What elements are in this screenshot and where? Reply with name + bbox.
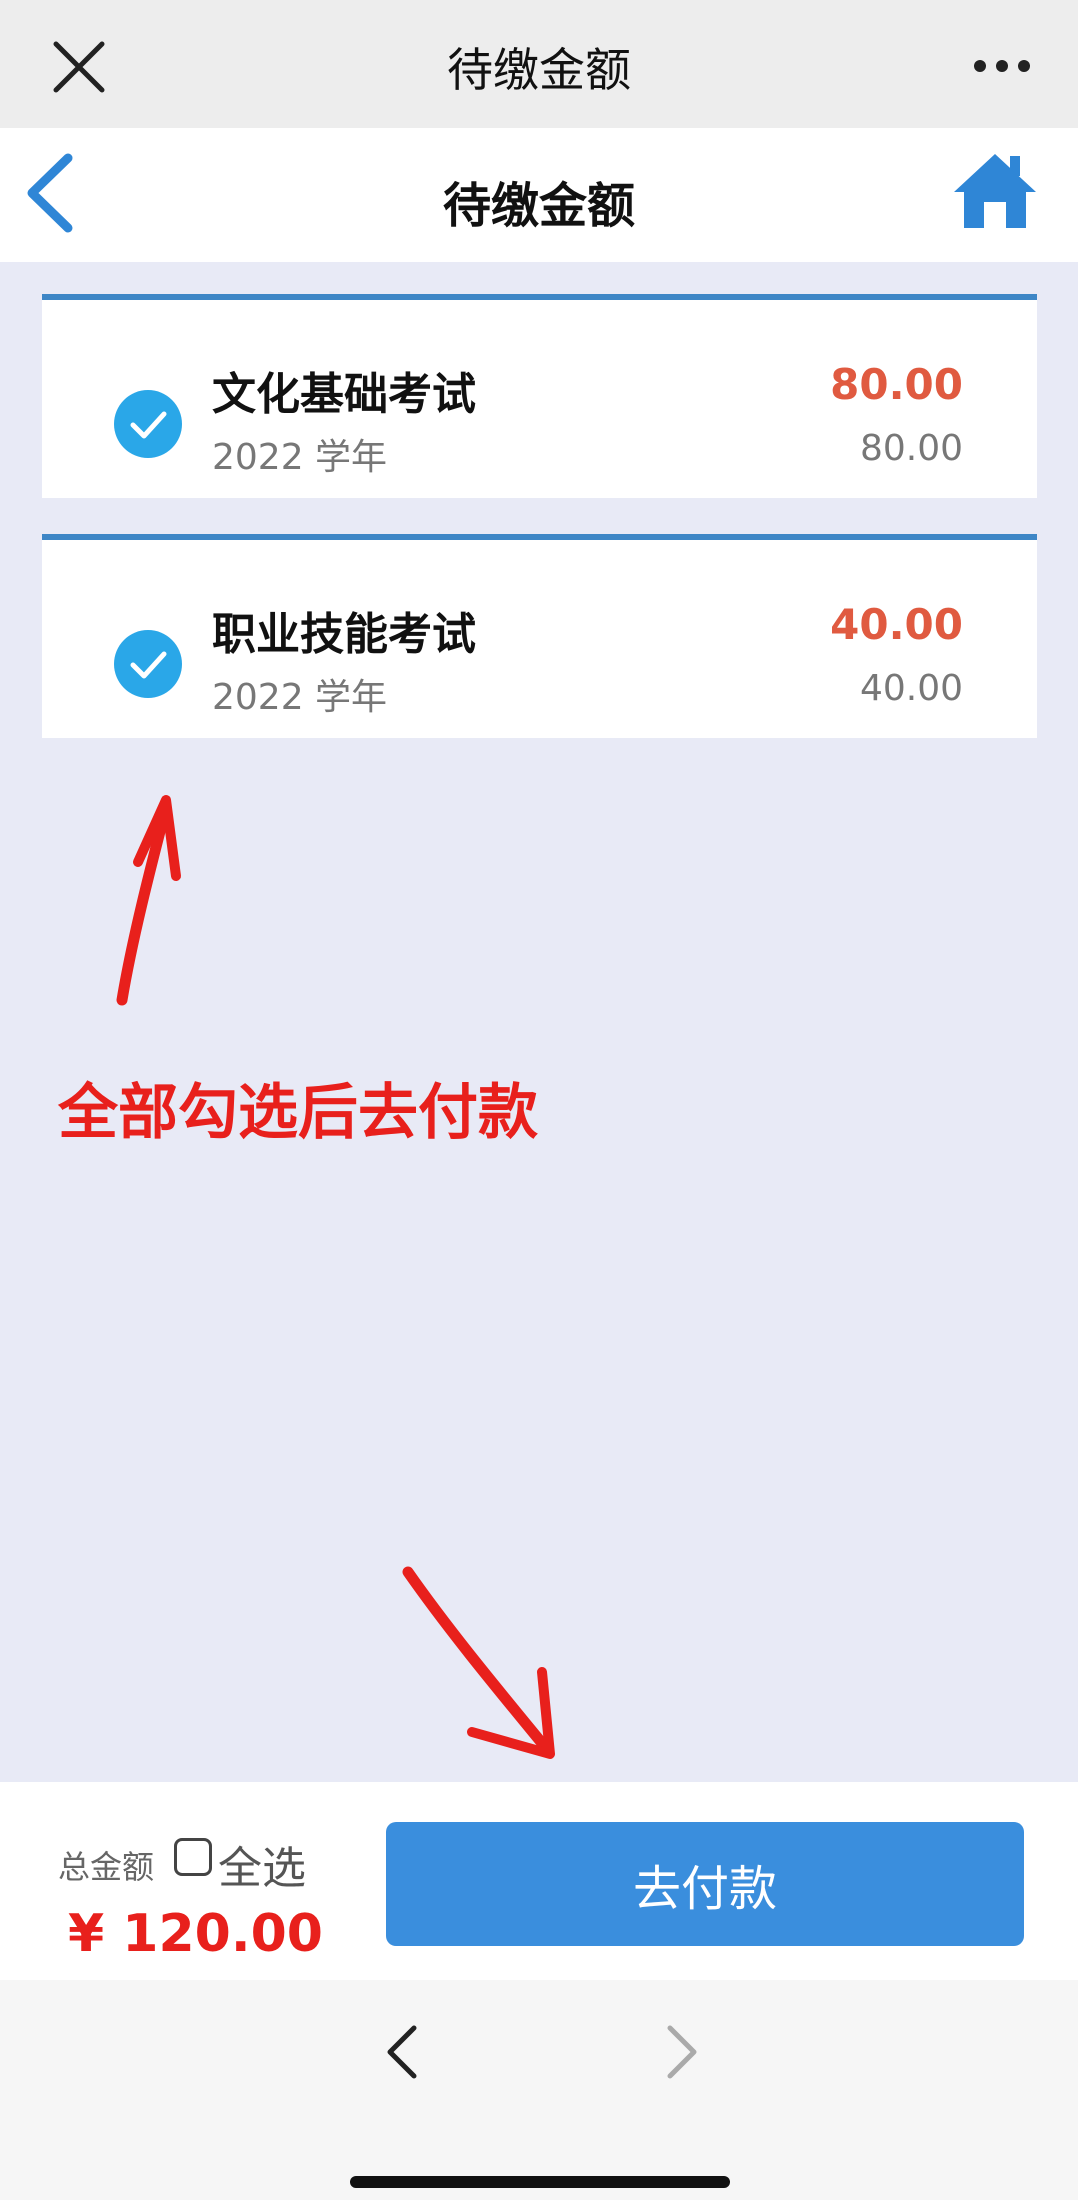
fee-item-sub-amount: 40.00 — [859, 668, 963, 709]
annotation-arrow-up-icon — [116, 795, 181, 1006]
checked-circle-icon[interactable] — [114, 390, 182, 458]
fee-item-name: 文化基础考试 — [212, 369, 476, 420]
browser-nav-bar — [0, 1980, 1078, 2200]
fee-item-name: 职业技能考试 — [212, 609, 476, 660]
fee-item-year: 2022 学年 — [212, 677, 388, 718]
top-bar-title: 待缴金额 — [447, 43, 631, 97]
fee-item-amount: 80.00 — [830, 360, 963, 409]
annotation-arrow-down-icon — [402, 1566, 555, 1759]
total-label: 总金额 — [58, 1848, 155, 1886]
checked-circle-icon[interactable] — [114, 630, 182, 698]
more-icon[interactable] — [972, 58, 1032, 74]
nav-back-icon[interactable] — [382, 2022, 422, 2082]
fee-item-sub-amount: 80.00 — [859, 428, 963, 469]
total-amount: ¥ 120.00 — [68, 1904, 323, 1964]
select-all-checkbox[interactable] — [174, 1838, 212, 1876]
select-all-label[interactable]: 全选 — [218, 1832, 306, 1896]
page-title: 待缴金额 — [442, 178, 635, 234]
nav-forward-icon[interactable] — [662, 2022, 702, 2082]
home-indicator — [350, 2176, 730, 2188]
fee-item-card[interactable]: 职业技能考试 2022 学年 40.00 40.00 — [42, 534, 1037, 738]
home-icon[interactable] — [952, 150, 1038, 230]
fee-item-amount: 40.00 — [830, 600, 963, 649]
pay-button[interactable]: 去付款 — [386, 1822, 1024, 1946]
fee-item-card[interactable]: 文化基础考试 2022 学年 80.00 80.00 — [42, 294, 1037, 498]
fee-item-year: 2022 学年 — [212, 437, 388, 478]
annotation-text: 全部勾选后去付款 — [58, 1078, 538, 1148]
